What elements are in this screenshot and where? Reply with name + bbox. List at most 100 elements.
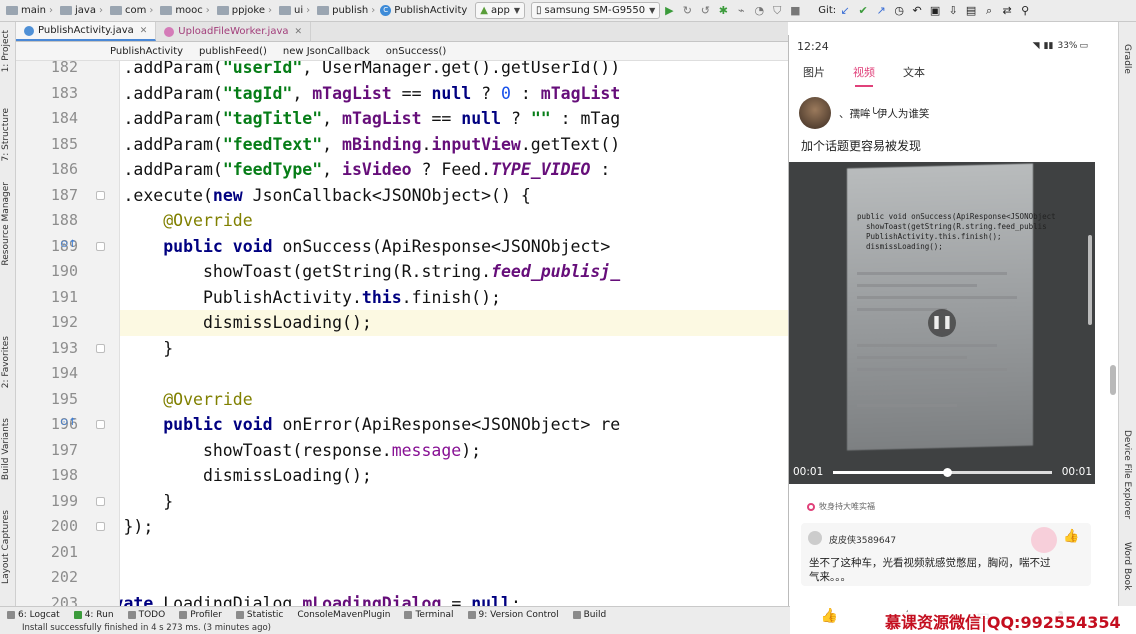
override-icon[interactable]: ⊙↑	[60, 417, 77, 431]
code-line[interactable]: .addParam("feedText", mBinding.inputView…	[120, 132, 788, 158]
pause-icon[interactable]: ❚❚	[928, 309, 956, 337]
apply-code-icon[interactable]: ↺	[698, 4, 712, 17]
tool-word-book[interactable]: Word Book	[1122, 542, 1132, 590]
run-icon[interactable]: ▶	[662, 4, 676, 17]
code-line[interactable]: .execute(new JsonCallback<JSONObject>() …	[120, 183, 788, 209]
sdk-manager-icon[interactable]: ⇩	[946, 4, 960, 17]
code-editor[interactable]: .addParam("userId", UserManager.get().ge…	[120, 61, 788, 606]
code-line[interactable]: PublishActivity.this.finish();	[120, 285, 788, 311]
structure-icon[interactable]: ▣	[928, 4, 942, 17]
video-player[interactable]: public void onSuccess(ApiResponse<JSONOb…	[789, 162, 1095, 484]
tool-structure[interactable]: 7: Structure	[1, 108, 11, 162]
nav-crumb-ppjoke[interactable]: ppjoke ›	[215, 5, 275, 16]
tool-resource-manager[interactable]: Resource Manager	[1, 182, 11, 266]
tool-layout-captures[interactable]: Layout Captures	[1, 510, 11, 584]
tag-row[interactable]: 牧身持大唯实福	[807, 501, 875, 512]
code-line[interactable]	[120, 361, 788, 387]
phone-tab-video[interactable]: 视频	[853, 61, 875, 87]
like-icon[interactable]: 👍	[821, 608, 838, 624]
tool-todo[interactable]: TODO	[127, 610, 165, 620]
code-line[interactable]	[120, 565, 788, 591]
tool-logcat[interactable]: 6: Logcat	[7, 610, 60, 620]
git-push-icon[interactable]: ↗	[874, 4, 888, 17]
code-line[interactable]: showToast(response.message);	[120, 438, 788, 464]
nav-crumb-publish[interactable]: publish ›	[315, 5, 378, 16]
run-config-select[interactable]: ▲ app ▼	[475, 2, 525, 19]
code-line[interactable]: public void onError(ApiResponse<JSONObje…	[120, 412, 788, 438]
tool-version-control[interactable]: 9: Version Control	[467, 610, 559, 620]
tool-device-file-explorer[interactable]: Device File Explorer	[1122, 430, 1132, 519]
apply-changes-icon[interactable]: ↻	[680, 4, 694, 17]
code-line[interactable]: public void onSuccess(ApiResponse<JSONOb…	[120, 234, 788, 260]
video-seekbar[interactable]	[833, 467, 1052, 477]
rollback-icon[interactable]: ↶	[910, 4, 924, 17]
tool-gradle[interactable]: Gradle	[1122, 44, 1132, 74]
device-select[interactable]: ▯ samsung SM-G9550 ▼	[530, 2, 661, 19]
code-line[interactable]: }	[120, 336, 788, 362]
profile-icon[interactable]: ◔	[752, 4, 766, 17]
tool-favorites[interactable]: 2: Favorites	[1, 336, 11, 388]
code-line[interactable]: }	[120, 540, 788, 566]
nav-crumb-com[interactable]: com ›	[108, 5, 156, 16]
code-line[interactable]: showToast(getString(R.string.feed_publis…	[120, 259, 788, 285]
code-line[interactable]: });	[120, 514, 788, 540]
inspect-icon[interactable]: ⌕	[982, 4, 996, 18]
fold-marker-icon[interactable]	[96, 190, 105, 200]
fold-marker-icon[interactable]	[96, 522, 105, 531]
breadcrumb-item[interactable]: onSuccess()	[386, 46, 447, 57]
code-line[interactable]: .addParam("userId", UserManager.get().ge…	[120, 61, 788, 81]
tool-statistic[interactable]: Statistic	[235, 610, 283, 620]
code-line[interactable]: @Override	[120, 387, 788, 413]
nav-crumb-java[interactable]: java ›	[58, 5, 106, 16]
phone-tab-text[interactable]: 文本	[903, 61, 925, 87]
tool-profiler[interactable]: Profiler	[179, 610, 222, 620]
breadcrumb-item[interactable]: PublishActivity	[110, 46, 183, 57]
tab-publish-activity[interactable]: PublishActivity.java ✕	[16, 22, 157, 41]
git-update-icon[interactable]: ↙	[838, 4, 852, 17]
stop-icon[interactable]: ■	[788, 4, 802, 17]
editor-scrollbar[interactable]	[1110, 365, 1116, 395]
tab-upload-file-worker[interactable]: UploadFileWorker.java ✕	[156, 22, 312, 41]
coverage-icon[interactable]: ⛉	[770, 4, 784, 18]
nav-crumb-main[interactable]: main ›	[4, 5, 56, 16]
code-line[interactable]: dismissLoading();	[120, 310, 788, 336]
nav-crumb-mooc[interactable]: mooc ›	[158, 5, 212, 16]
tool-run[interactable]: 4: Run	[73, 610, 114, 620]
code-line[interactable]: .addParam("tagId", mTagList == null ? 0 …	[120, 81, 788, 107]
fold-marker-icon[interactable]	[96, 241, 105, 251]
history-icon[interactable]: ◷	[892, 4, 906, 17]
breadcrumb-item[interactable]: new JsonCallback	[283, 46, 370, 57]
tool-build-variants[interactable]: Build Variants	[1, 418, 11, 480]
breadcrumb-item[interactable]: publishFeed()	[199, 46, 267, 57]
nav-crumb-class[interactable]: C PublishActivity	[380, 5, 467, 16]
attach-icon[interactable]: ⌁	[734, 4, 748, 17]
code-line[interactable]: .addParam("tagTitle", mTagList == null ?…	[120, 106, 788, 132]
translate-icon[interactable]: ⇄	[1000, 4, 1014, 17]
git-commit-icon[interactable]: ✔	[856, 4, 870, 17]
close-icon[interactable]: ✕	[140, 26, 148, 36]
avd-manager-icon[interactable]: ▤	[964, 4, 978, 17]
avatar[interactable]	[799, 97, 831, 129]
line-number-gutter[interactable]: 182 183 184 185 186 187 188 189 ⊙↑ 190 191 192 193 19…	[16, 61, 120, 606]
fold-marker-icon[interactable]	[96, 343, 105, 353]
code-line[interactable]: .addParam("feedType", isVideo ? Feed.TYP…	[120, 157, 788, 183]
code-line[interactable]: }	[120, 489, 788, 515]
override-icon[interactable]: ⊙↑	[60, 239, 77, 253]
tool-console-maven[interactable]: ConsoleMavenPlugin	[297, 610, 390, 620]
tool-terminal[interactable]: Terminal	[404, 610, 454, 620]
code-line[interactable]: private LoadingDialog mLoadingDialog = n…	[120, 591, 788, 607]
close-icon[interactable]: ✕	[295, 27, 303, 37]
thumbs-up-icon[interactable]: 👍	[1063, 529, 1079, 544]
code-line[interactable]: dismissLoading();	[120, 463, 788, 489]
author-row[interactable]: 、孺哞╰伊人为谁笑	[799, 97, 929, 129]
nav-crumb-ui[interactable]: ui ›	[277, 5, 313, 16]
seek-thumb[interactable]	[942, 467, 952, 477]
tool-project[interactable]: 1: Project	[1, 30, 11, 72]
tool-build[interactable]: Build	[572, 610, 606, 620]
fold-marker-icon[interactable]	[96, 420, 105, 429]
phone-tab-images[interactable]: 图片	[803, 61, 825, 87]
fold-marker-icon[interactable]	[96, 496, 105, 506]
code-line[interactable]: @Override	[120, 208, 788, 234]
debug-icon[interactable]: ✱	[716, 4, 730, 17]
top-comment[interactable]: 皮皮侠3589647 👍 坐不了这种车，光看视频就感觉憋屈，胸闷，喘不过气来。。…	[801, 523, 1091, 586]
